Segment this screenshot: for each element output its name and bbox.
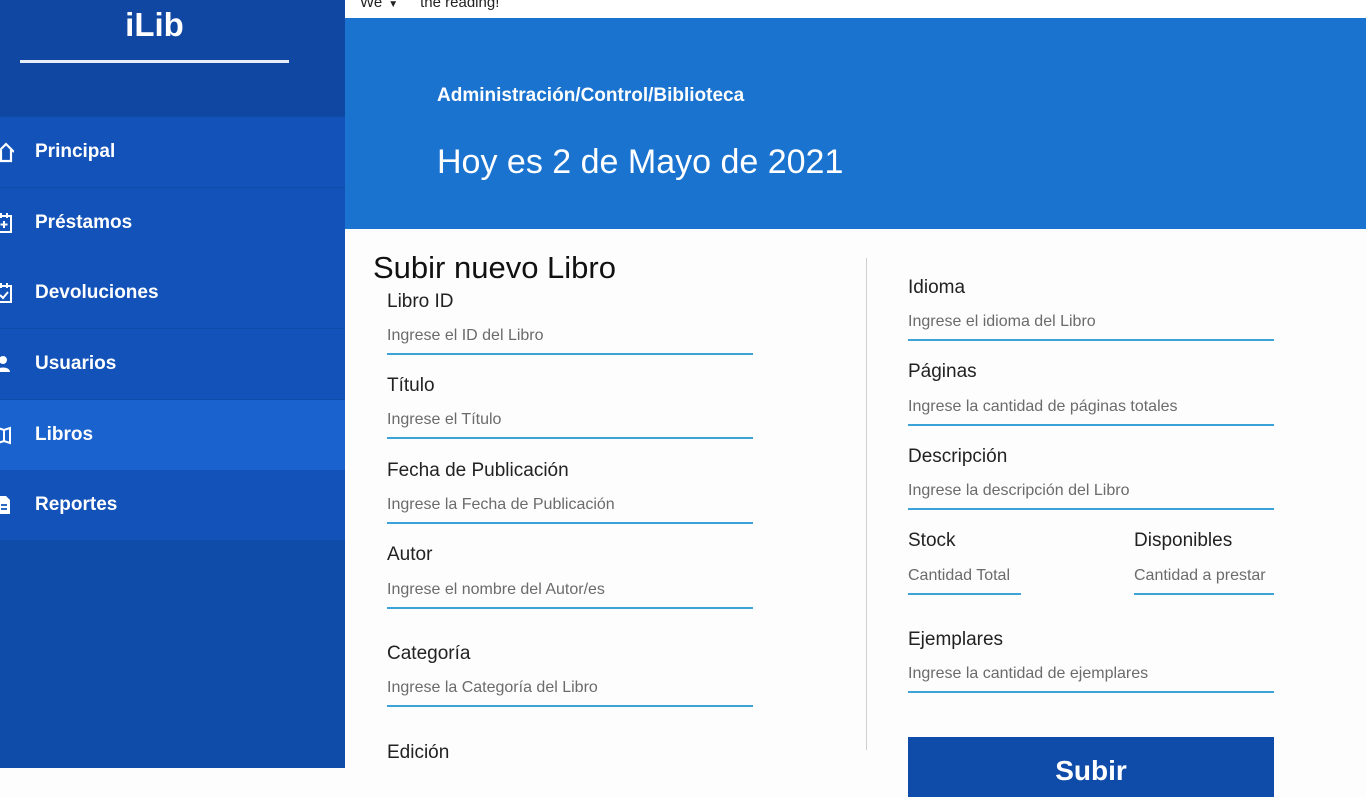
date-text: Hoy es 2 de Mayo de 2021 — [437, 143, 844, 181]
field-label: Autor — [387, 544, 433, 565]
report-icon — [0, 496, 10, 514]
field-label: Edición — [387, 742, 450, 763]
stock-input[interactable] — [908, 567, 1021, 595]
sidebar-item-label: Reportes — [35, 494, 118, 515]
field-label: Título — [387, 375, 435, 396]
field-label: Ejemplares — [908, 629, 1004, 650]
titulo-input[interactable] — [387, 411, 753, 439]
sidebar-item-label: Préstamos — [35, 212, 133, 233]
fecha-publicacion-input[interactable] — [387, 496, 753, 524]
sidebar-item-principal[interactable]: Principal — [0, 117, 345, 187]
users-icon — [0, 356, 10, 372]
brand-area: iLib — [0, 0, 345, 116]
column-divider — [866, 258, 867, 750]
form-title: Subir nuevo Libro — [373, 250, 616, 285]
top-strip-text: We ▼ the reading! — [360, 0, 499, 11]
sidebar-item-label: Devoluciones — [35, 282, 159, 303]
sidebar-item-devoluciones[interactable]: Devoluciones — [0, 258, 345, 328]
field-label: Libro ID — [387, 291, 454, 312]
field-label: Disponibles — [1134, 530, 1233, 551]
calendar-check-icon — [0, 283, 12, 303]
paginas-input[interactable] — [908, 398, 1274, 426]
sidebar-item-label: Libros — [35, 424, 94, 445]
idioma-input[interactable] — [908, 313, 1274, 341]
submit-button[interactable]: Subir — [908, 737, 1274, 797]
home-icon — [0, 142, 14, 163]
sidebar: iLib Principal Préstamos Devoluciones Us… — [0, 0, 345, 768]
book-icon — [0, 426, 11, 445]
autor-input[interactable] — [387, 581, 753, 609]
top-strip: We ▼ the reading! — [345, 0, 1366, 18]
top-strip-right: the reading! — [420, 0, 500, 11]
ejemplares-input[interactable] — [908, 665, 1274, 693]
field-label: Fecha de Publicación — [387, 460, 569, 481]
field-label: Categoría — [387, 643, 471, 664]
sidebar-item-prestamos[interactable]: Préstamos — [0, 188, 345, 258]
categoria-input[interactable] — [387, 679, 753, 707]
sidebar-item-label: Usuarios — [35, 353, 117, 374]
top-strip-left: We — [360, 0, 383, 11]
app-logo-text: iLib — [125, 6, 184, 43]
breadcrumb: Administración/Control/Biblioteca — [437, 85, 745, 106]
sidebar-item-reportes[interactable]: Reportes — [0, 470, 345, 540]
sidebar-item-libros[interactable]: Libros — [0, 400, 345, 470]
libro-id-input[interactable] — [387, 327, 753, 355]
header-banner: Administración/Control/Biblioteca Hoy es… — [345, 18, 1366, 229]
descripcion-input[interactable] — [908, 482, 1274, 510]
field-label: Stock — [908, 530, 956, 551]
sidebar-item-usuarios[interactable]: Usuarios — [0, 329, 345, 399]
field-label: Idioma — [908, 277, 966, 298]
sidebar-item-label: Principal — [35, 141, 116, 162]
chevron-down-icon[interactable]: ▼ — [388, 0, 398, 10]
disponibles-input[interactable] — [1134, 567, 1274, 595]
brand-underline — [20, 60, 289, 63]
field-label: Descripción — [908, 446, 1008, 467]
field-label: Páginas — [908, 361, 977, 382]
calendar-add-icon — [0, 213, 12, 233]
